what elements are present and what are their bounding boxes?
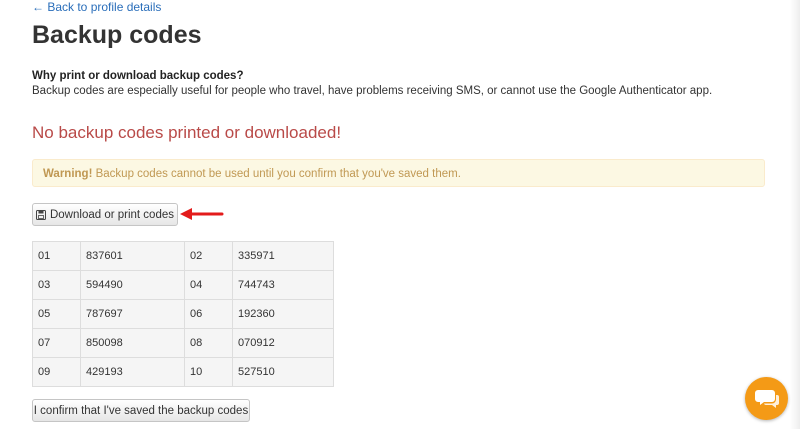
table-row: 05 787697 06 192360 bbox=[32, 299, 334, 329]
page-edge-shadow bbox=[790, 0, 800, 429]
code-value: 837601 bbox=[80, 241, 185, 271]
code-value: 787697 bbox=[80, 299, 185, 329]
code-value: 527510 bbox=[232, 357, 334, 387]
code-number: 04 bbox=[184, 270, 233, 300]
code-value: 335971 bbox=[232, 241, 334, 271]
warning-label: Warning! bbox=[43, 168, 93, 180]
table-row: 03 594490 04 744743 bbox=[32, 270, 334, 300]
warning-text: Backup codes cannot be used until you co… bbox=[92, 168, 461, 180]
table-row: 09 429193 10 527510 bbox=[32, 357, 334, 387]
info-text: Backup codes are especially useful for p… bbox=[32, 85, 713, 97]
code-number: 05 bbox=[32, 299, 81, 329]
code-value: 070912 bbox=[232, 328, 334, 358]
chat-bubble-icon bbox=[754, 389, 779, 408]
confirm-saved-codes-label: I confirm that I've saved the backup cod… bbox=[33, 404, 249, 417]
code-number: 09 bbox=[32, 357, 81, 387]
red-arrow-icon bbox=[180, 208, 224, 220]
warning-alert: Warning! Backup codes cannot be used unt… bbox=[32, 159, 765, 187]
table-row: 01 837601 02 335971 bbox=[32, 241, 334, 271]
code-value: 744743 bbox=[232, 270, 334, 300]
code-value: 192360 bbox=[232, 299, 334, 329]
floppy-disk-icon bbox=[35, 209, 46, 220]
info-heading: Why print or download backup codes? bbox=[32, 70, 244, 82]
code-number: 06 bbox=[184, 299, 233, 329]
page-title: Backup codes bbox=[32, 21, 202, 49]
backup-codes-table: 01 837601 02 335971 03 594490 04 744743 … bbox=[32, 241, 334, 387]
download-print-codes-label: Download or print codes bbox=[49, 208, 174, 221]
code-number: 08 bbox=[184, 328, 233, 358]
code-value: 594490 bbox=[80, 270, 185, 300]
code-number: 03 bbox=[32, 270, 81, 300]
table-row: 07 850098 08 070912 bbox=[32, 328, 334, 358]
code-value: 429193 bbox=[80, 357, 185, 387]
back-to-profile-link[interactable]: ← Back to profile details bbox=[32, 0, 161, 14]
download-print-codes-button[interactable]: Download or print codes bbox=[32, 203, 178, 226]
code-number: 07 bbox=[32, 328, 81, 358]
code-number: 01 bbox=[32, 241, 81, 271]
code-number: 02 bbox=[184, 241, 233, 271]
chat-widget-button[interactable] bbox=[745, 377, 788, 420]
code-value: 850098 bbox=[80, 328, 185, 358]
confirm-saved-codes-button[interactable]: I confirm that I've saved the backup cod… bbox=[32, 399, 250, 422]
code-number: 10 bbox=[184, 357, 233, 387]
status-message: No backup codes printed or downloaded! bbox=[32, 123, 342, 142]
